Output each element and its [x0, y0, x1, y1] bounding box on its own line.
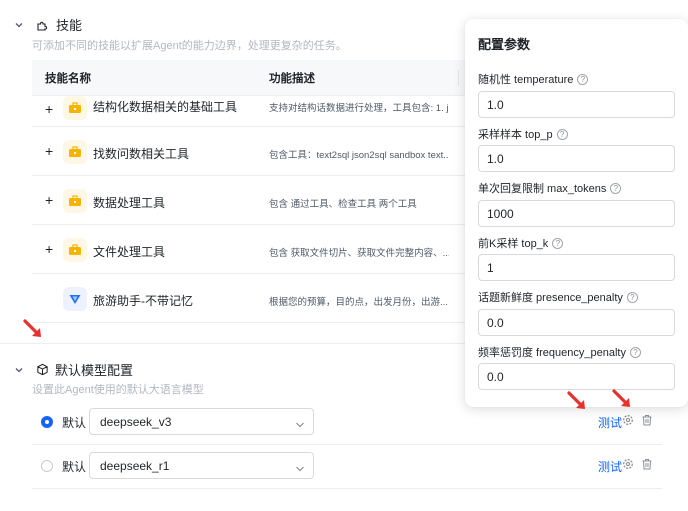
top-p-input[interactable]: 1.0 — [478, 145, 675, 172]
top-k-input[interactable]: 1 — [478, 254, 675, 281]
column-divider — [458, 70, 459, 86]
skill-name: 结构化数据相关的基础工具 — [93, 100, 238, 114]
model-row: 默认 deepseek_r1 测试 — [32, 445, 662, 489]
skill-name: 旅游助手-不带记忆 — [93, 294, 193, 308]
annotation-arrow-icon — [612, 389, 630, 407]
annotation-arrow-icon — [567, 391, 585, 409]
param-label-temperature: 随机性 temperature ? — [478, 71, 589, 87]
column-header-name: 技能名称 — [45, 72, 91, 85]
skills-section-header[interactable]: 技能 — [14, 15, 82, 34]
annotation-arrow-icon — [23, 319, 41, 337]
model-label: 默认 — [62, 416, 87, 430]
temperature-input[interactable]: 1.0 — [478, 91, 675, 118]
puzzle-icon — [36, 18, 50, 32]
model-radio[interactable] — [41, 416, 53, 428]
skill-desc: 支持对结构话数据进行处理，工具包含: 1. j... — [269, 103, 449, 114]
chevron-down-icon[interactable] — [14, 20, 24, 30]
expand-icon[interactable]: + — [45, 143, 53, 159]
trash-icon[interactable] — [641, 458, 655, 472]
trash-icon[interactable] — [641, 414, 655, 428]
model-section-title: 默认模型配置 — [55, 363, 134, 378]
skill-name: 找数问数相关工具 — [93, 147, 190, 161]
test-link[interactable]: 测试 — [598, 458, 622, 475]
toolbox-icon — [63, 96, 87, 120]
model-select[interactable]: deepseek_v3 — [89, 408, 314, 435]
skill-desc: 包含 获取文件切片、获取文件完整内容、... — [269, 248, 449, 259]
model-section-header[interactable]: 默认模型配置 — [14, 360, 133, 379]
param-label-top-k: 前K采样 top_k ? — [478, 235, 564, 251]
model-radio[interactable] — [41, 460, 53, 472]
help-icon[interactable]: ? — [552, 237, 564, 249]
agent-logo-icon — [63, 287, 87, 311]
skill-desc: 包含 通过工具、检查工具 两个工具 — [269, 199, 417, 210]
skill-name: 数据处理工具 — [93, 196, 166, 210]
skill-desc: 根据您的预算，目的点，出发月份，出游... — [269, 297, 448, 308]
frequency-penalty-input[interactable]: 0.0 — [478, 363, 675, 390]
chevron-down-icon — [295, 462, 305, 476]
toolbox-icon — [63, 140, 87, 164]
max-tokens-input[interactable]: 1000 — [478, 200, 675, 227]
presence-penalty-input[interactable]: 0.0 — [478, 309, 675, 336]
param-label-frequency-penalty: 频率惩罚度 frequency_penalty ? — [478, 344, 641, 360]
chevron-down-icon — [295, 418, 305, 432]
test-link[interactable]: 测试 — [598, 414, 622, 431]
param-label-presence-penalty: 话题新鲜度 presence_penalty ? — [478, 289, 638, 305]
gear-icon[interactable] — [622, 414, 636, 428]
help-icon[interactable]: ? — [610, 182, 622, 194]
skills-section-title: 技能 — [56, 18, 83, 33]
chevron-down-icon[interactable] — [14, 365, 24, 375]
model-label: 默认 — [62, 460, 87, 474]
model-select-value: deepseek_r1 — [100, 459, 170, 473]
param-label-top-p: 采样样本 top_p ? — [478, 126, 568, 142]
gear-icon[interactable] — [622, 458, 636, 472]
help-icon[interactable]: ? — [626, 291, 638, 303]
param-label-max-tokens: 单次回复限制 max_tokens ? — [478, 180, 622, 196]
skill-name: 文件处理工具 — [93, 245, 166, 259]
column-header-desc: 功能描述 — [269, 72, 315, 85]
expand-icon[interactable]: + — [45, 101, 53, 117]
toolbox-icon — [63, 238, 87, 262]
model-section-subtitle: 设置此Agent使用的默认大语言模型 — [32, 384, 204, 396]
help-icon[interactable]: ? — [577, 73, 589, 85]
help-icon[interactable]: ? — [556, 128, 568, 140]
cube-icon — [36, 363, 49, 376]
model-select[interactable]: deepseek_r1 — [89, 452, 314, 479]
expand-icon[interactable]: + — [45, 192, 53, 208]
expand-icon[interactable]: + — [45, 241, 53, 257]
skill-desc: 包含工具：text2sql json2sql sandbox text... — [269, 150, 449, 161]
config-panel-title: 配置参数 — [478, 37, 531, 52]
toolbox-icon — [63, 189, 87, 213]
help-icon[interactable]: ? — [629, 346, 641, 358]
model-select-value: deepseek_v3 — [100, 415, 172, 429]
skills-section-subtitle: 可添加不同的技能以扩展Agent的能力边界，处理更复杂的任务。 — [32, 40, 347, 52]
config-panel: 配置参数 随机性 temperature ? 1.0 采样样本 top_p ? … — [465, 19, 688, 407]
